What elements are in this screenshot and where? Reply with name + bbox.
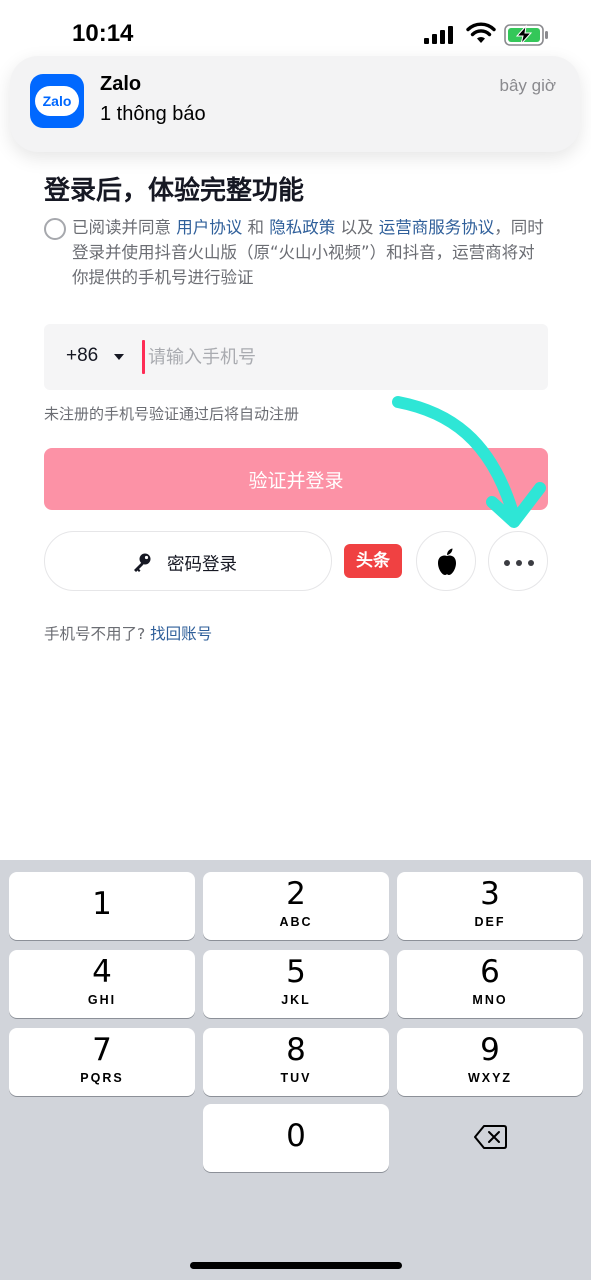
key-8[interactable]: 8 TUV — [203, 1028, 389, 1096]
key-5[interactable]: 5 JKL — [203, 950, 389, 1018]
status-bar: 10:14 — [0, 0, 591, 60]
apple-login-button[interactable] — [416, 531, 476, 591]
page-title: 登录后，体验完整功能 — [44, 176, 305, 206]
annotation-arrow — [392, 396, 546, 528]
key-1[interactable]: 1 — [9, 872, 195, 940]
status-time: 10:14 — [72, 20, 134, 47]
text-cursor — [142, 340, 145, 374]
more-login-options-button[interactable] — [488, 531, 548, 591]
carrier-terms-link[interactable]: 运营商服务协议 — [379, 218, 495, 237]
password-login-button[interactable]: 密码登录 — [44, 531, 332, 591]
signal-icon — [424, 26, 453, 44]
notification-banner[interactable]: Zalo Zalo 1 thông báo bây giờ — [10, 56, 580, 152]
key-icon — [134, 553, 151, 572]
phone-field: +86 — [44, 324, 548, 390]
notification-message: 1 thông báo — [100, 103, 206, 125]
country-code-selector[interactable]: +86 — [66, 345, 98, 367]
user-agreement-link[interactable]: 用户协议 — [176, 218, 242, 237]
key-6[interactable]: 6 MNO — [397, 950, 583, 1018]
key-2[interactable]: 2 ABC — [203, 872, 389, 940]
key-4[interactable]: 4 GHI — [9, 950, 195, 1018]
key-0[interactable]: 0 — [203, 1104, 389, 1172]
recover-account-link[interactable]: 找回账号 — [150, 625, 212, 643]
notification-app-name: Zalo — [100, 73, 142, 95]
notification-time: bây giờ — [499, 76, 556, 95]
apple-icon — [438, 548, 456, 575]
privacy-policy-link[interactable]: 隐私政策 — [269, 218, 335, 237]
zalo-app-icon: Zalo — [30, 74, 84, 128]
password-login-label: 密码登录 — [167, 555, 237, 575]
wifi-icon — [466, 22, 496, 43]
auto-register-hint: 未注册的手机号验证通过后将自动注册 — [44, 405, 300, 423]
toutiao-login-button[interactable]: 头条 — [344, 544, 402, 578]
home-indicator[interactable] — [190, 1262, 402, 1269]
delete-icon — [474, 1125, 507, 1149]
agreement-text: 已阅读并同意 用户协议 和 隐私政策 以及 运营商服务协议，同时登录并使用抖音火… — [72, 218, 544, 287]
key-7[interactable]: 7 PQRS — [9, 1028, 195, 1096]
phone-input[interactable] — [148, 338, 528, 376]
numeric-keypad: 1 2 ABC 3 DEF 4 GHI 5 JKL 6 MNO 7 PQRS 8… — [0, 860, 591, 1280]
recover-account-line: 手机号不用了? 找回账号 — [44, 625, 213, 643]
key-3[interactable]: 3 DEF — [397, 872, 583, 940]
key-9[interactable]: 9 WXYZ — [397, 1028, 583, 1096]
delete-key[interactable] — [396, 1104, 582, 1172]
caret-down-icon[interactable] — [114, 354, 124, 360]
agreement-checkbox[interactable] — [44, 218, 66, 240]
battery-charging-icon — [504, 24, 548, 46]
